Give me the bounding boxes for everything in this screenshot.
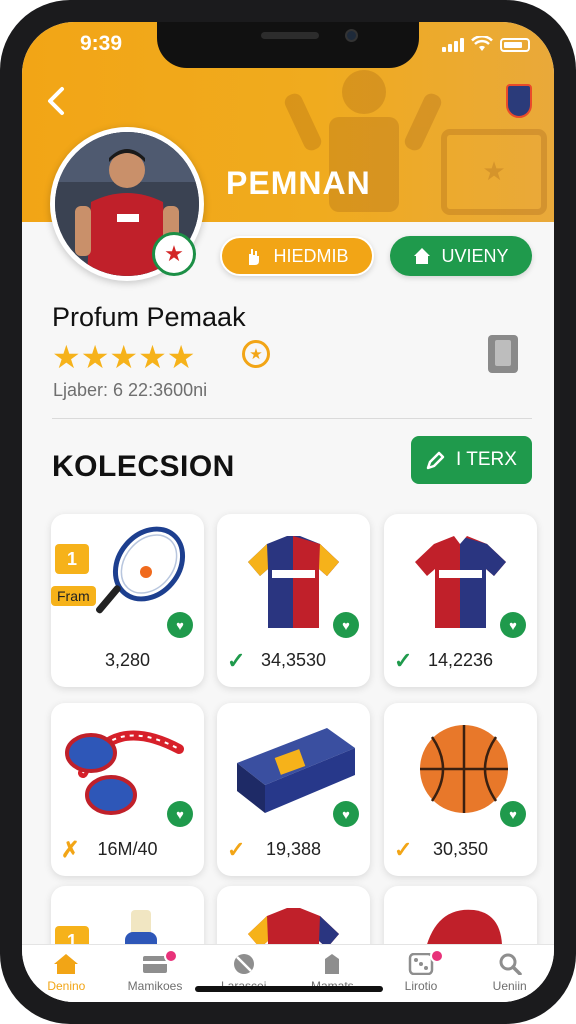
bottom-navigation: Denino Mamikoes Larascei [22, 944, 554, 1002]
rating-stars: ★★★★★ [52, 339, 196, 375]
orange-action-label: HIEDMIB [273, 245, 349, 266]
app-screen: ★ 9:39 ★ PEMNAN HIEDMIB UVIENY Profum Pe… [22, 22, 554, 1002]
profile-title: Profum Pemaak [52, 302, 246, 332]
favorite-icon[interactable]: ♥ [167, 612, 193, 638]
status-icons [442, 36, 530, 52]
hand-icon [249, 249, 260, 265]
divider [52, 418, 532, 419]
item-price: 16M/40 [97, 839, 158, 859]
stadium-icon [325, 954, 340, 974]
nav-label: Mamikoes [127, 979, 183, 993]
player-name: PEMNAN [226, 165, 371, 201]
back-button[interactable] [42, 84, 78, 120]
nav-item-menu[interactable]: Ueniin [465, 945, 554, 1002]
green-action-label: UVIENY [441, 245, 509, 266]
status-bar: 9:39 [22, 22, 554, 68]
home-icon [54, 954, 79, 974]
item-price: 14,2236 [427, 650, 494, 670]
chevron-left-icon [48, 87, 64, 115]
item-price: 34,3530 [260, 650, 327, 670]
rank-tag: Fram [51, 586, 96, 606]
nav-label: Denino [47, 979, 86, 993]
front-camera [345, 29, 358, 42]
wifi-icon [471, 36, 493, 51]
orange-action-button[interactable]: HIEDMIB [220, 236, 374, 276]
nav-item-home[interactable]: Denino [22, 945, 111, 1002]
collection-card[interactable]: ✗ ♥ 16M/40 [51, 703, 204, 876]
favorite-icon[interactable]: ♥ [500, 612, 526, 638]
notch-speaker [261, 32, 319, 39]
nav-item-search[interactable]: Larascei [199, 945, 288, 1002]
pencil-icon [426, 451, 445, 470]
signal-icon [442, 38, 464, 52]
collection-card[interactable]: ✓ ♥ 34,3530 [217, 514, 370, 687]
svg-text:★: ★ [482, 157, 505, 187]
green-action-button[interactable]: UVIENY [390, 236, 532, 276]
collection-card[interactable]: ✓ ♥ 19,388 [217, 703, 370, 876]
phone-icon[interactable] [488, 335, 518, 373]
phone-frame: ★ 9:39 ★ PEMNAN HIEDMIB UVIENY Profum Pe… [0, 0, 576, 1024]
edit-button-label: I TERX [456, 449, 517, 470]
favorite-icon[interactable]: ♥ [333, 612, 359, 638]
collection-title: KOLECSION [52, 450, 235, 483]
home-icon [414, 248, 431, 264]
club-crest-icon [506, 84, 532, 118]
ball-icon [233, 954, 254, 974]
nav-label: Ueniin [492, 979, 527, 993]
item-price: 19,388 [265, 839, 322, 859]
item-price: 30,350 [432, 839, 489, 859]
player-stat-line: Ljaber: 6 22:3600ni [53, 380, 208, 400]
favorite-icon[interactable]: ♥ [333, 801, 359, 827]
medal-icon[interactable]: ★ [242, 340, 270, 368]
search-icon [499, 953, 522, 975]
nav-item-collections[interactable]: Mamikoes [111, 945, 200, 1002]
collection-card[interactable]: 1 Fram ♥ 3,280 [51, 514, 204, 687]
notch [157, 22, 419, 68]
notification-badge [163, 949, 178, 963]
rank-badge: 1 [55, 544, 89, 574]
collection-card[interactable]: ✓ ♥ 30,350 [384, 703, 537, 876]
nav-label: Lirotio [404, 979, 438, 993]
favorite-icon[interactable]: ♥ [167, 801, 193, 827]
favorite-icon[interactable]: ♥ [500, 801, 526, 827]
home-indicator [195, 986, 383, 992]
collection-card[interactable]: ✓ ♥ 14,2236 [384, 514, 537, 687]
nav-item-matches[interactable]: Mamats [288, 945, 377, 1002]
status-time: 9:39 [80, 32, 123, 55]
notification-badge [429, 949, 444, 963]
edit-button[interactable]: I TERX [411, 436, 532, 484]
nav-item-games[interactable]: Lirotio [377, 945, 466, 1002]
club-badge-icon: ★ [152, 232, 196, 276]
battery-icon [500, 38, 530, 52]
item-price: 3,280 [104, 650, 151, 670]
